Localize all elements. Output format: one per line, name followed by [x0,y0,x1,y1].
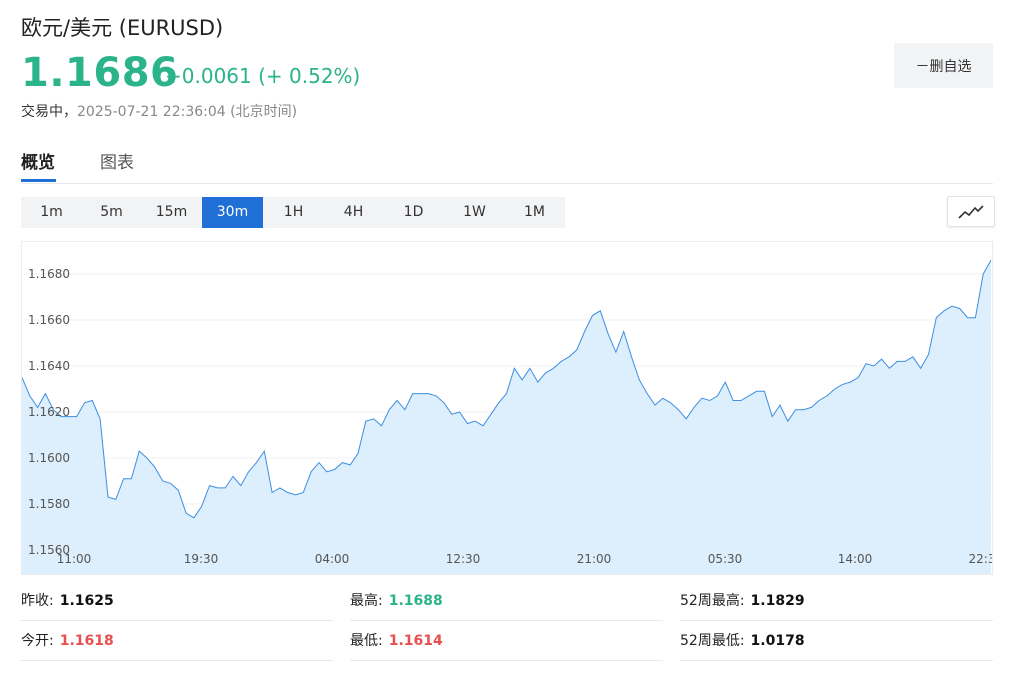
period-1mo[interactable]: 1M [504,197,565,228]
y-tick-label: 1.1580 [28,497,70,511]
x-tick-label: 14:00 [838,552,873,566]
stat-label: 昨收: [21,593,54,609]
stat-prev-close: 昨收: 1.1625 [21,586,333,621]
x-tick-label: 05:30 [708,552,743,566]
period-4h[interactable]: 4H [323,197,384,228]
trading-status: 交易中，2025-07-21 22:36:04 (北京时间) [21,101,297,121]
tab-chart[interactable]: 图表 [100,148,134,173]
stat-value: 1.1618 [59,633,114,649]
y-tick-label: 1.1620 [28,405,70,419]
x-tick-label: 21:00 [577,552,612,566]
period-30m[interactable]: 30m [202,197,263,228]
stat-52w-low: 52周最低: 1.0178 [680,626,993,661]
stat-low: 最低: 1.1614 [350,626,663,661]
y-tick-label: 1.1600 [28,451,70,465]
stat-label: 52周最高: [680,593,745,609]
period-1w[interactable]: 1W [444,197,505,228]
y-tick-label: 1.1640 [28,359,70,373]
period-5m[interactable]: 5m [81,197,142,228]
tab-bar: 概览 图表 [21,140,993,184]
price-change: +0.0061 (+ 0.52%) [165,64,361,88]
x-tick-label: 04:00 [315,552,350,566]
stat-label: 52周最低: [680,633,745,649]
x-tick-label: 12:30 [446,552,481,566]
remove-watchlist-button[interactable]: －删自选 [894,43,993,88]
stat-value: 1.1614 [388,633,443,649]
series-area [22,260,991,574]
period-1h[interactable]: 1H [263,197,324,228]
x-tick-label: 22:3 [969,552,992,566]
stat-value: 1.1688 [388,593,443,609]
price-chart[interactable]: 1.1680 1.1660 1.1640 1.1620 1.1600 1.1580 1.15… [21,241,993,575]
period-1m[interactable]: 1m [21,197,82,228]
stat-value: 1.1829 [750,593,805,609]
stat-high: 最高: 1.1688 [350,586,663,621]
y-tick-label: 1.1680 [28,267,70,281]
stat-value: 1.1625 [59,593,114,609]
status-label: 交易中， [21,104,77,120]
page-title: 欧元/美元 (EURUSD) [21,16,224,40]
line-chart-icon [958,204,984,219]
stat-label: 最低: [350,633,383,649]
stat-label: 今开: [21,633,54,649]
y-tick-label: 1.1660 [28,313,70,327]
current-price: 1.1686 [21,50,179,96]
period-selector: 1m 5m 15m 30m 1H 4H 1D 1W 1M [21,197,565,228]
stat-label: 最高: [350,593,383,609]
period-15m[interactable]: 15m [141,197,202,228]
stat-52w-high: 52周最高: 1.1829 [680,586,993,621]
price-chart-svg: 1.16801.16601.16401.16201.16001.15801.15… [22,259,992,574]
tab-overview[interactable]: 概览 [21,148,55,173]
x-tick-label: 19:30 [184,552,219,566]
stat-value: 1.0178 [750,633,805,649]
active-tab-indicator [21,179,56,182]
period-1d[interactable]: 1D [383,197,444,228]
chart-type-toggle[interactable] [947,196,995,227]
x-tick-label: 11:00 [57,552,92,566]
status-timestamp: 2025-07-21 22:36:04 (北京时间) [77,104,298,120]
stat-open: 今开: 1.1618 [21,626,333,661]
